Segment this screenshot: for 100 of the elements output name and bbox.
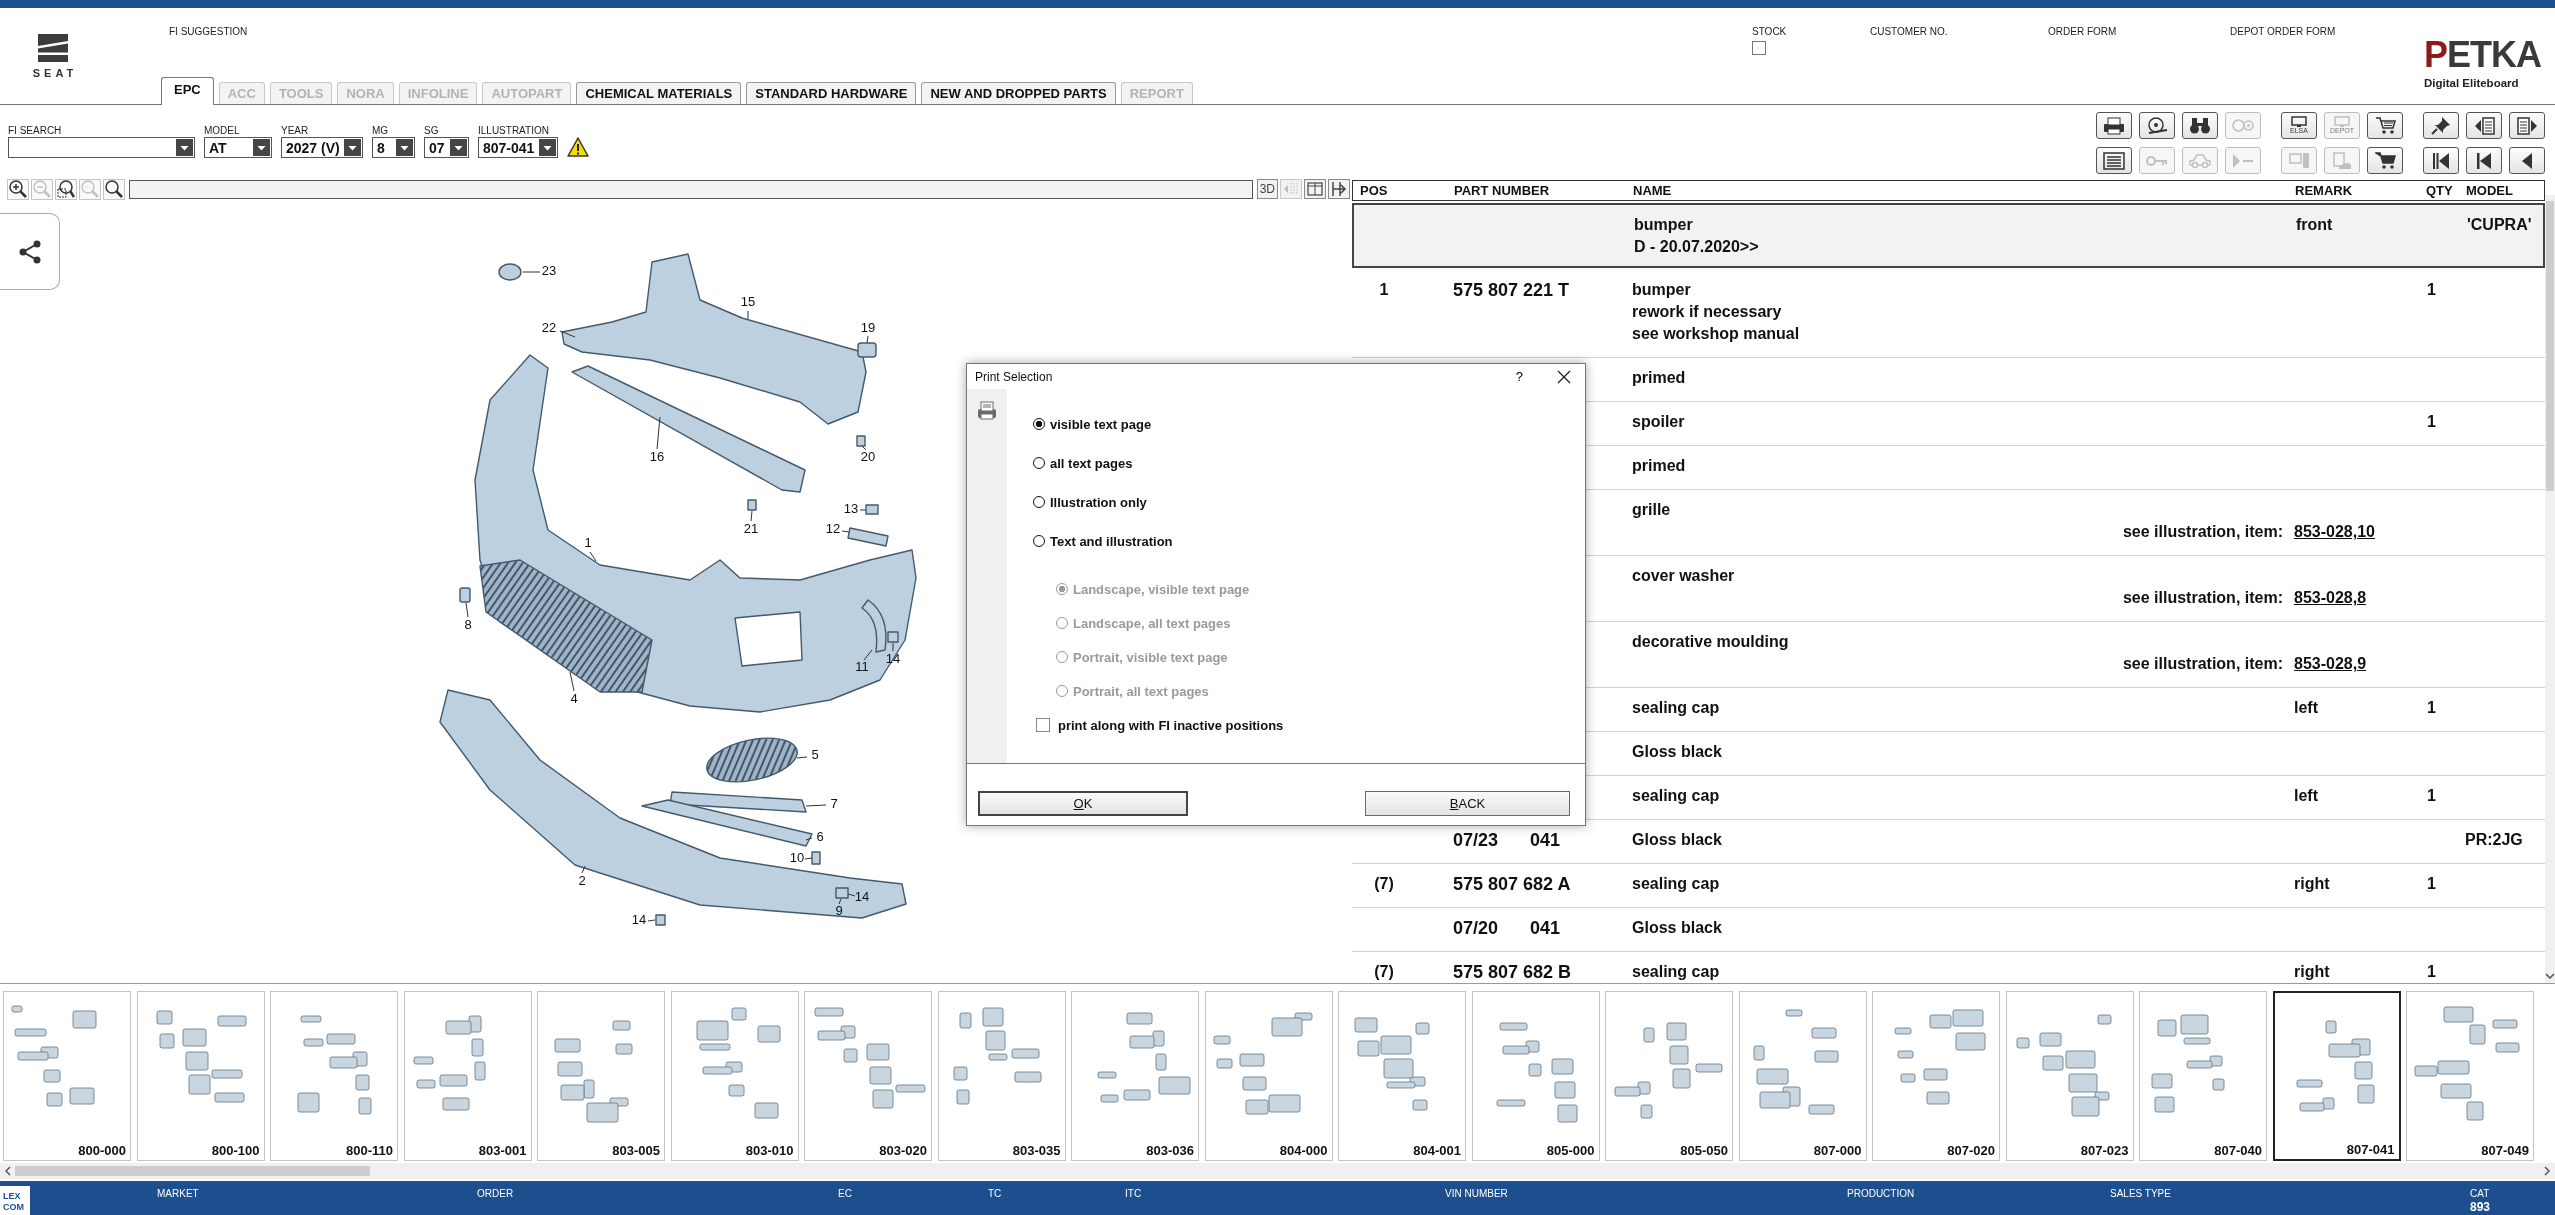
tab[interactable]: NEW AND DROPPED PARTS [921,82,1116,104]
dropdown-field[interactable]: AT [204,137,272,158]
screw [655,914,666,926]
warning-icon [567,137,589,158]
back-button[interactable]: BACK [1365,791,1570,816]
scrollbar-thumb[interactable] [2546,201,2554,491]
share-icon [18,239,41,264]
field-label: YEAR [281,125,309,137]
screw [856,435,866,447]
back-button[interactable] [2509,147,2545,174]
dropdown-field[interactable]: 807-041 [478,137,558,158]
illustration-thumbnail[interactable]: 803-005 [537,991,665,1161]
checkbox[interactable] [1036,718,1050,732]
column-header: POS [1359,183,1389,198]
radio-button[interactable] [1033,457,1045,469]
radio-option[interactable]: Illustration only [1033,492,1147,512]
app-logo-subtitle: Digital Eliteboard [2424,77,2519,90]
item-link[interactable]: 853-028,8 [2294,587,2367,609]
part-name: bumper [1634,215,1693,235]
table-row[interactable]: bumper D - 20.07.2020>> front 'CUPRA' [1352,203,2545,268]
illustration-thumbnail[interactable]: 807-000 [1738,991,1867,1161]
illustration-thumbnail[interactable]: 805-050 [1605,991,1733,1161]
view-3d-button[interactable]: 3D [1256,179,1278,199]
checkbox-option[interactable]: print along with FI inactive positions [1036,715,1284,735]
illustration-thumbnail[interactable]: 803-001 [403,991,532,1161]
radio-option[interactable]: visible text page [1033,414,1152,434]
column-header: PART NUMBER [1454,183,1551,198]
illustration-thumbnail[interactable]: 803-010 [670,991,799,1161]
illustration-thumbnail[interactable]: 804-000 [1204,991,1333,1161]
illustration-thumbnail[interactable]: 804-001 [1338,991,1466,1161]
search-button[interactable] [103,178,125,200]
previous-page-button[interactable] [2466,112,2502,139]
pin-button[interactable] [2423,112,2459,139]
illustration-thumbnail[interactable]: 803-020 [804,991,932,1161]
dropdown-field[interactable] [8,137,195,158]
radio-button[interactable] [1033,418,1045,430]
illustration-thumbnail[interactable]: 807-020 [1872,991,2000,1161]
cart-list-button[interactable] [2367,112,2403,139]
illustration-thumbnail[interactable]: 800-100 [136,991,265,1161]
skip-first-icon [2432,151,2450,170]
callout-number: 12 [825,521,841,537]
item-link[interactable]: 853-028,9 [2294,653,2367,675]
tab[interactable]: EPC [161,77,214,105]
illustration-thumbnail[interactable]: 800-000 [3,991,131,1161]
cart-button[interactable] [2367,147,2403,174]
radio-button[interactable] [1033,496,1045,508]
list-button[interactable] [2096,147,2132,174]
leader-line [522,271,541,273]
help-button[interactable]: ? [1511,369,1527,384]
previous-button[interactable] [2466,147,2502,174]
zoom-area-button[interactable] [55,178,77,200]
callout-number: 14 [631,912,647,928]
illustration-thumbnail[interactable]: 803-036 [1071,991,1199,1161]
status-label: ORDER [477,1188,514,1200]
scroll-right-icon [2544,1166,2550,1176]
radio-button[interactable] [1033,535,1045,547]
printer-icon [2103,116,2125,135]
print-button[interactable] [2096,112,2132,139]
illustration-thumbnail[interactable]: 807-049 [2406,991,2534,1161]
list-icon [2103,151,2125,170]
share-button[interactable] [0,213,60,290]
illustration-thumbnail[interactable]: 803-035 [937,991,1066,1161]
illustration-thumbnail[interactable]: 807-023 [2005,991,2134,1161]
next-page-button[interactable] [2509,112,2545,139]
side-trim [861,599,887,653]
first-button[interactable] [2423,147,2459,174]
split-view-button[interactable] [1304,179,1326,199]
binoculars-button[interactable] [2182,112,2218,139]
zoom-in-button[interactable] [7,178,29,200]
table-row[interactable]: 07/20 041 Gloss black [1352,908,2545,952]
dropdown-field[interactable]: 2027 (V) [281,137,363,158]
status-label: PRODUCTION [1847,1188,1915,1200]
ok-button[interactable]: OK [978,791,1188,816]
dropdown-field[interactable]: 8 [372,137,415,158]
remark-text: right [2294,962,2331,982]
item-link[interactable]: 853-028,10 [2294,521,2375,543]
dropdown-field[interactable]: 07 [424,137,469,158]
radio-option[interactable]: all text pages [1033,453,1133,473]
illustration-search-field[interactable] [129,179,1253,199]
clip [865,504,879,515]
tab[interactable]: CHEMICAL MATERIALS [576,82,742,104]
scrollbar-thumb[interactable] [15,1166,370,1176]
fit-width-button[interactable] [1328,179,1350,199]
radio-option[interactable]: Text and illustration [1033,531,1173,551]
illustration-thumbnail[interactable]: 805-000 [1471,991,1600,1161]
illustration-thumbnail[interactable]: 807-040 [2139,991,2267,1161]
tab[interactable]: STANDARD HARDWARE [746,82,917,104]
callout-number: 13 [843,501,859,517]
table-row[interactable]: 1 575 807 221 T bumper rework if necessary see workshop manual 1 [1352,270,2545,358]
stock-checkbox[interactable] [1752,41,1766,55]
remark-text: right [2294,874,2331,894]
double-ring-icon [2232,117,2254,134]
illustration-thumbnail[interactable]: 807-041 [2272,991,2401,1161]
table-row[interactable]: (7) 575 807 682 A sealing cap right 1 [1352,864,2545,908]
leader-line [859,509,867,511]
illustration-thumbnail[interactable]: 800-110 [270,991,398,1161]
reference-text: see illustration, item: [2122,522,2284,542]
pin-icon [2431,116,2451,135]
disc-button[interactable] [2139,112,2175,139]
split-view-icon [1307,181,1323,197]
